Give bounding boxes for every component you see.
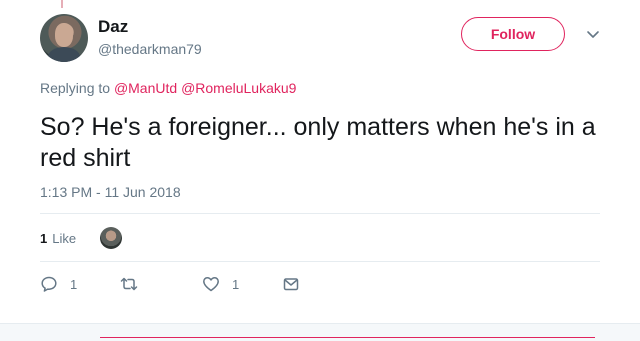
like-count: 1 bbox=[232, 276, 240, 292]
mention-link[interactable]: @ManUtd bbox=[114, 80, 177, 96]
retweet-icon bbox=[120, 277, 138, 291]
follow-button[interactable]: Follow bbox=[461, 17, 565, 51]
avatar-shirt bbox=[48, 47, 80, 62]
direct-message-button[interactable] bbox=[282, 274, 312, 294]
like-button[interactable]: 1 bbox=[202, 274, 239, 294]
likes-label: Like bbox=[52, 230, 77, 246]
heart-icon bbox=[203, 277, 219, 292]
avatar-face bbox=[55, 23, 73, 47]
reply-count: 1 bbox=[70, 276, 78, 292]
reply-composer-edge bbox=[100, 337, 595, 341]
chevron-down-icon[interactable] bbox=[585, 26, 601, 42]
reply-button[interactable]: 1 bbox=[40, 274, 77, 294]
author-avatar[interactable] bbox=[40, 14, 88, 62]
author-name[interactable]: Daz bbox=[98, 17, 128, 37]
likes-count: 1 bbox=[40, 230, 48, 246]
liker-avatar[interactable] bbox=[100, 227, 123, 249]
reply-context: Replying to @ManUtd @RomeluLukaku9 bbox=[40, 80, 296, 96]
retweet-button[interactable] bbox=[120, 274, 150, 294]
tweet-header: Daz @thedarkman79 Follow bbox=[40, 14, 610, 64]
reply-icon bbox=[41, 276, 57, 292]
tweet-text: So? He's a foreigner... only matters whe… bbox=[40, 113, 596, 172]
divider bbox=[40, 213, 600, 214]
likes-row[interactable]: 1 Like bbox=[40, 226, 123, 250]
mention-link[interactable]: @RomeluLukaku9 bbox=[181, 80, 296, 96]
tweet-timestamp[interactable]: 1:13 PM - 11 Jun 2018 bbox=[40, 184, 181, 200]
thread-connector-line bbox=[61, 0, 63, 8]
reply-context-prefix: Replying to bbox=[40, 80, 111, 96]
divider bbox=[40, 261, 600, 262]
author-handle[interactable]: @thedarkman79 bbox=[98, 41, 202, 57]
envelope-icon bbox=[283, 278, 299, 291]
